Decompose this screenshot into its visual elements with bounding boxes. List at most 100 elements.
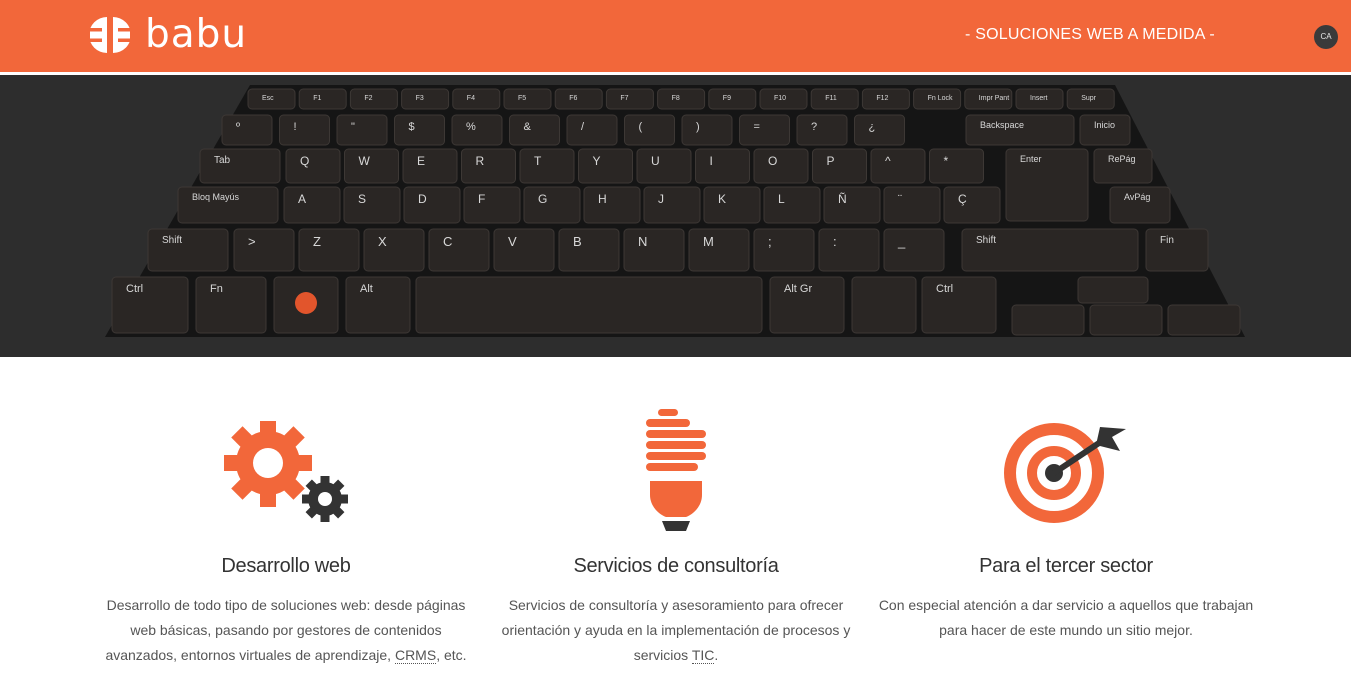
- svg-text:S: S: [358, 192, 366, 206]
- svg-text:F: F: [478, 192, 485, 206]
- language-switch-button[interactable]: CA: [1314, 25, 1338, 49]
- key-enter: Enter: [1005, 148, 1089, 222]
- babu-key-logo-icon: [295, 292, 317, 314]
- key-r2-6: Y: [578, 148, 633, 184]
- svg-text:N: N: [638, 234, 647, 249]
- key-r4-5: V: [493, 228, 555, 272]
- svg-text:": ": [351, 121, 355, 133]
- key-r0-12: F12: [861, 88, 910, 110]
- svg-text:F5: F5: [518, 95, 526, 102]
- key-inicio: Inicio: [1079, 114, 1131, 146]
- svg-text:Insert: Insert: [1030, 95, 1048, 102]
- svg-text:H: H: [598, 192, 607, 206]
- key-ctrl-right: Ctrl: [921, 276, 997, 334]
- key-r2-9: O: [753, 148, 809, 184]
- key-r0-9: F9: [708, 88, 757, 110]
- svg-text:%: %: [466, 121, 476, 133]
- svg-text:U: U: [651, 154, 660, 168]
- babu-logo-icon: [90, 17, 130, 53]
- feature-description: Servicios de consultoría y asesoramiento…: [501, 597, 851, 664]
- key-menu: [851, 276, 917, 334]
- feature-description: Con especial atención a dar servicio a a…: [878, 597, 1254, 638]
- key-avpag: AvPág: [1109, 186, 1171, 224]
- key-r0-14: Impr Pant: [964, 88, 1013, 110]
- svg-text:>: >: [248, 234, 256, 249]
- feature-title: Desarrollo web: [221, 555, 351, 577]
- svg-text::: :: [833, 234, 837, 249]
- key-r0-2: F2: [349, 88, 398, 110]
- key-r2-7: U: [636, 148, 692, 184]
- key-ctrl-left: Ctrl: [111, 276, 189, 334]
- key-r2-3: E: [402, 148, 458, 184]
- key-r3-7: J: [643, 186, 701, 224]
- abbr-crms[interactable]: CRMS: [394, 647, 437, 664]
- site-header: babu - SOLUCIONES WEB A MEDIDA - CA: [0, 0, 1351, 72]
- key-arrow-right: [1167, 304, 1241, 336]
- key-r1-8: ): [681, 114, 733, 146]
- svg-text:;: ;: [768, 234, 772, 249]
- key-arrow-up: [1077, 276, 1149, 304]
- svg-text:E: E: [417, 154, 425, 168]
- svg-text:Bloq Mayús: Bloq Mayús: [192, 192, 240, 202]
- feature-title: Para el tercer sector: [979, 555, 1153, 577]
- svg-text:RePág: RePág: [1108, 154, 1136, 164]
- feature-description: Desarrollo de todo tipo de soluciones we…: [105, 597, 467, 664]
- key-r4-9: ;: [753, 228, 815, 272]
- key-r1-7: (: [624, 114, 675, 146]
- svg-text:K: K: [718, 192, 726, 206]
- key-r1-4: %: [451, 114, 503, 146]
- key-r1-10: ?: [796, 114, 848, 146]
- svg-text:(: (: [639, 121, 643, 133]
- svg-text:Alt Gr: Alt Gr: [784, 283, 812, 295]
- svg-text:V: V: [508, 234, 517, 249]
- target-icon: [1004, 423, 1126, 523]
- key-r0-11: F11: [810, 88, 859, 110]
- key-r4-10: :: [818, 228, 880, 272]
- svg-text:D: D: [418, 192, 427, 206]
- svg-text:Z: Z: [313, 234, 321, 249]
- svg-text:F11: F11: [825, 95, 837, 102]
- key-r0-5: F5: [503, 88, 552, 110]
- svg-text:*: *: [944, 154, 949, 168]
- key-shift-left: Shift: [147, 228, 229, 272]
- svg-text:F8: F8: [672, 95, 680, 102]
- svg-text:F2: F2: [364, 95, 372, 102]
- svg-text:): ): [696, 121, 700, 133]
- svg-text:F9: F9: [723, 95, 731, 102]
- key-r3-9: L: [763, 186, 821, 224]
- svg-text:F1: F1: [313, 95, 321, 102]
- key-r1-2: ": [336, 114, 388, 146]
- svg-text:X: X: [378, 234, 387, 249]
- key-r0-10: F10: [759, 88, 808, 110]
- svg-text:?: ?: [811, 121, 817, 133]
- svg-text:J: J: [658, 192, 664, 206]
- key-r0-6: F6: [554, 88, 603, 110]
- key-fn: Fn: [195, 276, 267, 334]
- svg-text:Fin: Fin: [1160, 235, 1174, 246]
- key-r4-8: M: [688, 228, 750, 272]
- key-arrow-down: [1089, 304, 1163, 336]
- svg-text:¨: ¨: [898, 192, 902, 206]
- key-arrow-left: [1011, 304, 1085, 336]
- key-r4-2: Z: [298, 228, 360, 272]
- key-r2-5: T: [519, 148, 575, 184]
- svg-text:º: º: [236, 121, 240, 133]
- svg-text:T: T: [534, 154, 542, 168]
- svg-text:Tab: Tab: [214, 155, 231, 166]
- key-r4-6: B: [558, 228, 620, 272]
- key-tab: Tab: [199, 148, 281, 184]
- key-r1-0: º: [221, 114, 273, 146]
- logo-link[interactable]: babu: [90, 12, 247, 58]
- key-r4-7: N: [623, 228, 685, 272]
- svg-text:R: R: [476, 154, 485, 168]
- svg-text:$: $: [409, 121, 415, 133]
- key-space: [415, 276, 763, 334]
- svg-text:F10: F10: [774, 95, 786, 102]
- svg-text:Q: Q: [300, 154, 309, 168]
- keyboard-image: Esc F1 F2 F3 F4 F5 F6 F7 F8 F9 F10 F11 F12 Fn Lock Imp…: [105, 85, 1245, 337]
- svg-text:A: A: [298, 192, 306, 206]
- svg-text:Y: Y: [593, 154, 601, 168]
- svg-text:Ç: Ç: [958, 192, 967, 206]
- abbr-tic[interactable]: TIC: [691, 647, 715, 664]
- key-r1-11: ¿: [854, 114, 905, 146]
